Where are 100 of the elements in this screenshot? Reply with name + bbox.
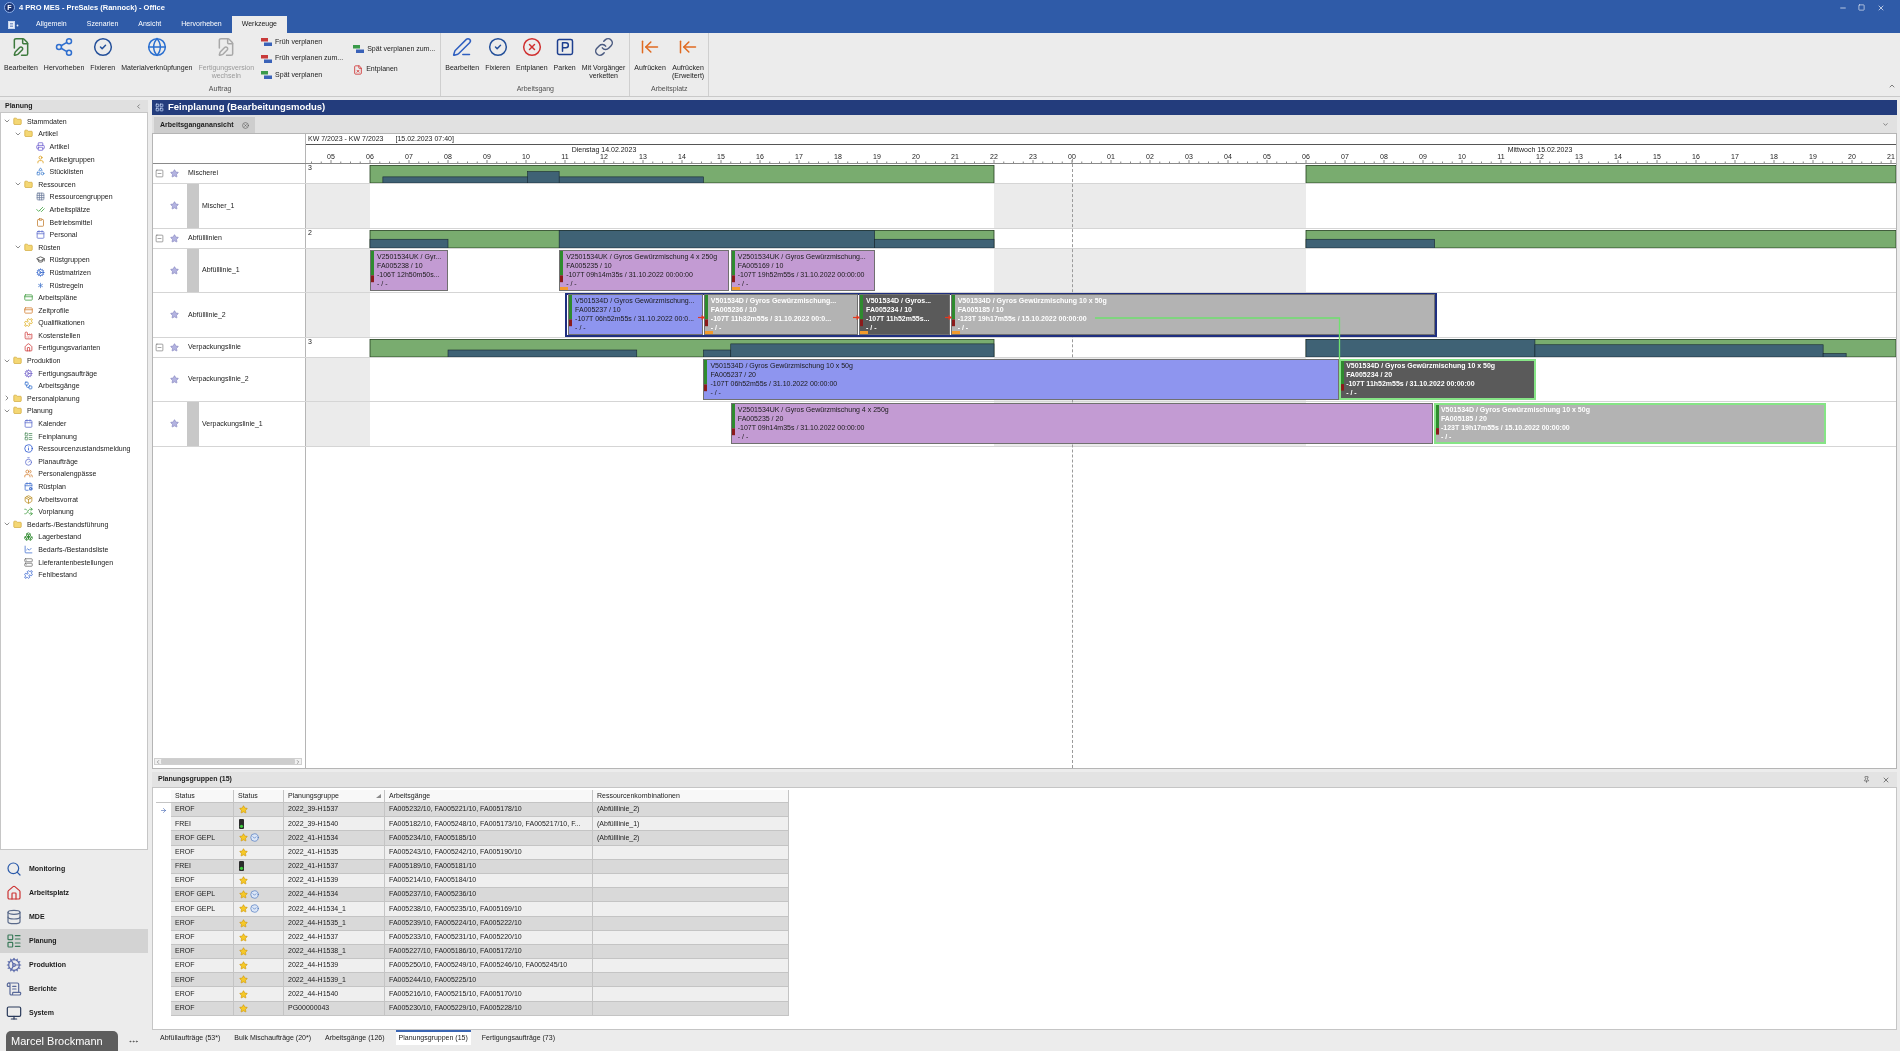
check-circle-icon (92, 37, 113, 57)
house-icon (6, 885, 22, 901)
chevron-right-icon[interactable] (3, 394, 11, 403)
chain-link-icon (593, 37, 614, 57)
parking-icon (554, 37, 575, 57)
house-icon (24, 343, 34, 353)
star-icon (239, 975, 248, 985)
user-name[interactable]: Marcel Brockmann (6, 1031, 118, 1051)
document-menu-icon (7, 21, 19, 29)
setup-marker-icon (951, 331, 960, 334)
off-hours-band (306, 357, 370, 401)
view-title: Feinplanung (Bearbeitungsmodus) (168, 100, 326, 115)
asterisk-icon (35, 280, 45, 290)
star-icon (239, 961, 248, 971)
globe-icon (146, 37, 167, 57)
chevron-circle-icon (250, 904, 259, 914)
star-icon[interactable] (170, 374, 179, 384)
gear-icon (24, 368, 34, 378)
info-icon (24, 444, 34, 454)
clipboard-icon (35, 217, 45, 227)
search-icon (6, 861, 22, 877)
setup-marker-icon (560, 286, 569, 290)
monitor-icon (6, 1005, 22, 1021)
shuffle-icon (24, 507, 34, 517)
star-icon (239, 932, 248, 942)
graduation-cap-icon (35, 255, 45, 265)
star-icon[interactable] (170, 419, 179, 429)
star-icon (239, 946, 248, 956)
close-icon[interactable] (1882, 775, 1890, 784)
off-hours-band (306, 248, 370, 292)
link-arrow-icon (944, 315, 952, 320)
nodes-icon (54, 37, 75, 57)
setup-marker-icon (860, 331, 869, 334)
star-icon (239, 847, 248, 857)
bars-icon (261, 38, 273, 46)
arrow-left-icon (678, 37, 699, 57)
gear-icon (35, 267, 45, 277)
star-icon (239, 918, 248, 928)
collapse-icon[interactable] (155, 233, 164, 243)
list-icon (24, 431, 34, 441)
printer-icon (35, 142, 45, 151)
star-icon (239, 833, 248, 843)
document-x-icon (353, 64, 364, 75)
folder-icon (13, 356, 22, 366)
link-arrow-icon (697, 315, 705, 320)
chevron-circle-icon (250, 833, 259, 843)
calendar-icon (35, 230, 45, 240)
scrollbar-thumb[interactable] (161, 759, 295, 764)
card-icon (24, 305, 34, 315)
package-icon (24, 494, 34, 504)
star-icon[interactable] (170, 310, 179, 320)
folder-icon (24, 129, 34, 139)
workflow-icon (24, 381, 34, 391)
folder-icon (13, 393, 22, 403)
scroll-right-icon[interactable] (295, 758, 301, 765)
collapse-icon[interactable] (155, 169, 164, 178)
folder-icon (13, 116, 22, 126)
star-icon[interactable] (170, 169, 179, 178)
server-icon (24, 557, 34, 567)
setup-marker-icon (731, 286, 740, 290)
dropdown-icon[interactable] (1882, 121, 1889, 128)
close-tab-icon (241, 121, 249, 129)
collapse-icon[interactable] (155, 342, 164, 352)
star-icon[interactable] (170, 233, 179, 243)
database-icon (6, 909, 22, 925)
line-chart-icon (24, 545, 34, 554)
boxes-icon (24, 532, 34, 542)
star-icon[interactable] (170, 265, 179, 275)
person-icon (35, 154, 45, 164)
timer-icon (24, 456, 34, 466)
x-circle-icon (521, 37, 542, 57)
off-hours-band (306, 402, 370, 446)
card-icon (24, 293, 34, 303)
chevron-circle-icon (250, 890, 259, 900)
grid-icon (35, 192, 45, 202)
bars-icon (261, 71, 273, 79)
calendar-icon (24, 419, 34, 429)
star-icon[interactable] (170, 201, 179, 211)
folder-icon (24, 242, 34, 252)
check-circle-icon (487, 37, 508, 57)
close-icon (1876, 3, 1885, 12)
star-icon (239, 876, 248, 886)
star-icon (239, 805, 248, 815)
people-icon (24, 469, 34, 479)
puzzle-icon (24, 570, 34, 580)
collapse-ribbon-icon[interactable] (1888, 82, 1896, 90)
shapes-icon (35, 167, 45, 177)
maximize-icon (1858, 4, 1865, 11)
pin-icon[interactable] (1863, 776, 1870, 783)
collapse-sidebar-icon[interactable] (135, 102, 142, 110)
traffic-light-icon (239, 818, 244, 829)
star-icon[interactable] (170, 342, 179, 352)
window-icon (155, 103, 164, 112)
link-arrow-icon (853, 315, 861, 320)
traffic-light-icon (239, 861, 244, 872)
bars-icon (353, 45, 365, 53)
scroll-icon (6, 981, 22, 997)
star-icon (239, 989, 248, 999)
horizontal-scrollbar[interactable] (154, 758, 302, 765)
scroll-left-icon[interactable] (155, 758, 161, 765)
